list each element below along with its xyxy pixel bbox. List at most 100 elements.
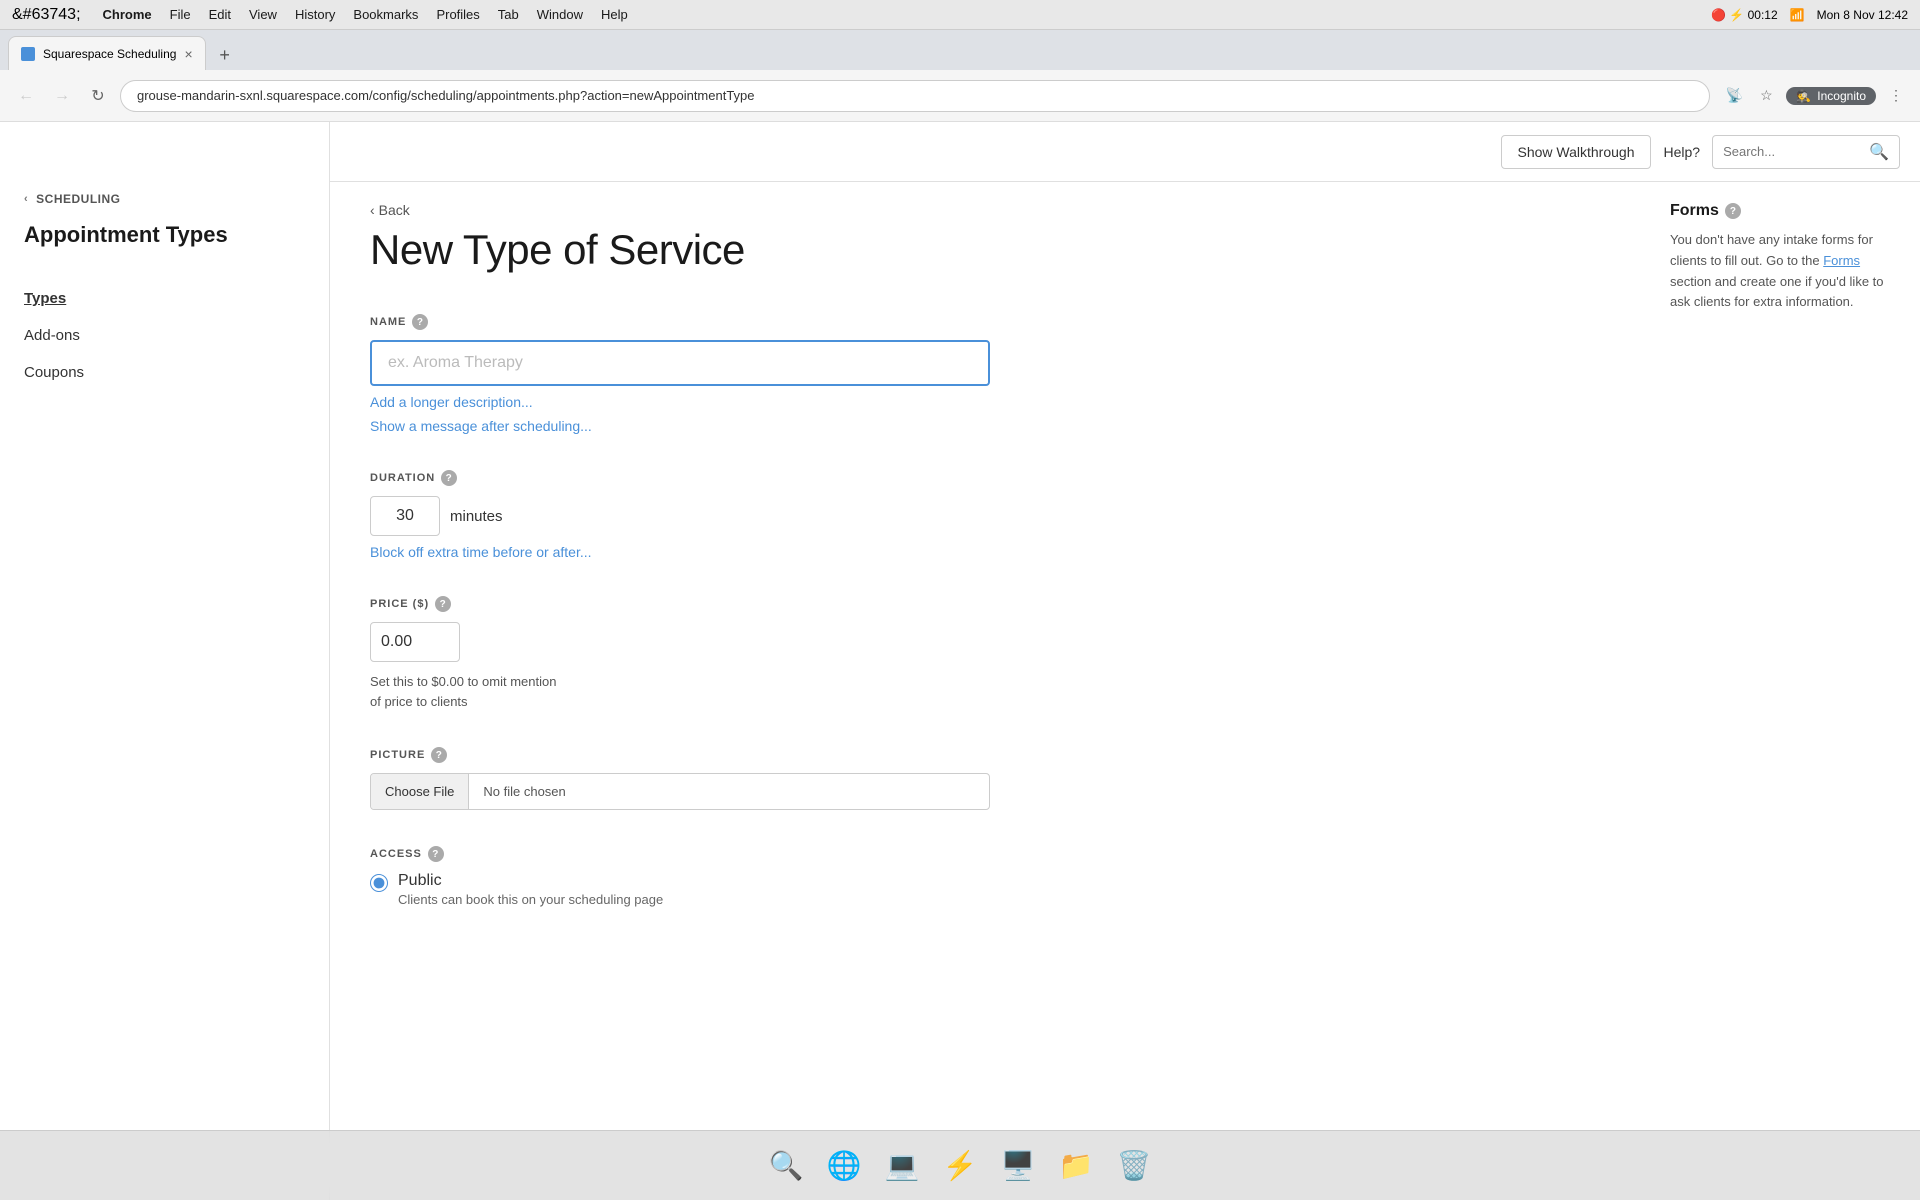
- more-icon[interactable]: ⋮: [1884, 84, 1908, 108]
- access-option-row: Public Clients can book this on your sch…: [370, 872, 1600, 907]
- picture-label: PICTURE ?: [370, 747, 1600, 763]
- active-tab[interactable]: Squarespace Scheduling ×: [8, 36, 206, 70]
- add-description-link[interactable]: Add a longer description...: [370, 394, 1600, 410]
- price-label: PRICE ($) ?: [370, 596, 1600, 612]
- access-label: ACCESS ?: [370, 846, 1600, 862]
- back-arrow-icon: ‹: [370, 202, 375, 218]
- search-input[interactable]: [1723, 144, 1863, 159]
- dock-terminal[interactable]: 💻: [877, 1141, 927, 1191]
- sidebar: ‹ SCHEDULING Appointment Types Types Add…: [0, 122, 330, 1200]
- menubar-window[interactable]: Window: [537, 7, 583, 22]
- tab-favicon: [21, 47, 35, 61]
- forms-link[interactable]: Forms: [1823, 253, 1860, 268]
- search-icon[interactable]: 🔍: [1869, 142, 1889, 162]
- dock-finder[interactable]: 🔍: [761, 1141, 811, 1191]
- name-label: NAME ?: [370, 314, 1600, 330]
- dock-trash[interactable]: 🗑️: [1109, 1141, 1159, 1191]
- dock-files[interactable]: 📁: [1051, 1141, 1101, 1191]
- dock-chrome[interactable]: 🌐: [819, 1141, 869, 1191]
- sidebar-section-title: Appointment Types: [0, 222, 329, 272]
- scheduling-nav[interactable]: ‹ SCHEDULING: [0, 192, 329, 222]
- battery-indicator: 🔴 ⚡ 00:12: [1711, 8, 1778, 22]
- name-input[interactable]: [370, 340, 990, 386]
- access-public-radio[interactable]: [370, 874, 388, 892]
- menubar-view[interactable]: View: [249, 7, 277, 22]
- dock-display[interactable]: 🖥️: [993, 1141, 1043, 1191]
- address-input[interactable]: [120, 80, 1710, 112]
- duration-input[interactable]: [370, 496, 440, 536]
- access-option-info: Public Clients can book this on your sch…: [398, 872, 663, 907]
- forms-panel-title: Forms ?: [1670, 202, 1890, 220]
- access-option-sublabel: Clients can book this on your scheduling…: [398, 892, 663, 907]
- forms-help-icon[interactable]: ?: [1725, 203, 1741, 219]
- forward-button[interactable]: →: [48, 82, 76, 110]
- main-content: ‹ Back New Type of Service NAME ? Add a …: [330, 182, 1640, 1200]
- file-upload-row: Choose File No file chosen: [370, 773, 990, 810]
- sidebar-item-coupons[interactable]: Coupons: [0, 354, 329, 391]
- apple-menu[interactable]: &#63743;: [12, 6, 81, 24]
- cast-icon[interactable]: 📡: [1722, 84, 1746, 108]
- menubar-tab[interactable]: Tab: [498, 7, 519, 22]
- duration-section: DURATION ? minutes Block off extra time …: [370, 470, 1600, 560]
- menubar: &#63743; Chrome File Edit View History B…: [0, 0, 1920, 30]
- menubar-file[interactable]: File: [170, 7, 191, 22]
- incognito-label: Incognito: [1817, 89, 1866, 103]
- page-title: New Type of Service: [370, 226, 1600, 274]
- show-walkthrough-button[interactable]: Show Walkthrough: [1501, 135, 1652, 169]
- no-file-label: No file chosen: [469, 774, 579, 809]
- sidebar-item-types[interactable]: Types: [0, 280, 329, 317]
- tab-title: Squarespace Scheduling: [43, 47, 176, 61]
- block-extra-link[interactable]: Block off extra time before or after...: [370, 544, 1600, 560]
- incognito-badge[interactable]: 🕵 Incognito: [1786, 87, 1876, 105]
- back-button[interactable]: ←: [12, 82, 40, 110]
- duration-row: minutes: [370, 496, 1600, 536]
- tab-close-button[interactable]: ×: [184, 46, 192, 62]
- back-label: Back: [379, 202, 410, 218]
- menubar-right: 🔴 ⚡ 00:12 📶 Mon 8 Nov 12:42: [1711, 8, 1908, 22]
- menubar-chrome[interactable]: Chrome: [103, 7, 152, 22]
- sidebar-nav: Types Add-ons Coupons: [0, 272, 329, 399]
- search-bar: 🔍: [1712, 135, 1900, 169]
- menubar-help[interactable]: Help: [601, 7, 628, 22]
- dock-lightning[interactable]: ⚡: [935, 1141, 985, 1191]
- sidebar-item-addons[interactable]: Add-ons: [0, 317, 329, 354]
- price-note: Set this to $0.00 to omit mention of pri…: [370, 672, 1600, 711]
- duration-help-icon[interactable]: ?: [441, 470, 457, 486]
- picture-help-icon[interactable]: ?: [431, 747, 447, 763]
- menubar-profiles[interactable]: Profiles: [436, 7, 479, 22]
- name-section: NAME ? Add a longer description... Show …: [370, 314, 1600, 434]
- duration-unit: minutes: [450, 508, 503, 525]
- show-message-link[interactable]: Show a message after scheduling...: [370, 418, 1600, 434]
- access-section: ACCESS ? Public Clients can book this on…: [370, 846, 1600, 907]
- address-icons: 📡 ☆ 🕵 Incognito ⋮: [1722, 84, 1908, 108]
- duration-label: DURATION ?: [370, 470, 1600, 486]
- dock: 🔍 🌐 💻 ⚡ 🖥️ 📁 🗑️: [0, 1130, 1920, 1200]
- wifi-icon: 📶: [1790, 8, 1805, 22]
- menubar-history[interactable]: History: [295, 7, 335, 22]
- address-bar: ← → ↻ 📡 ☆ 🕵 Incognito ⋮: [0, 70, 1920, 122]
- name-help-icon[interactable]: ?: [412, 314, 428, 330]
- menubar-edit[interactable]: Edit: [209, 7, 231, 22]
- bookmark-icon[interactable]: ☆: [1754, 84, 1778, 108]
- tab-bar: Squarespace Scheduling × +: [0, 30, 1920, 70]
- price-help-icon[interactable]: ?: [435, 596, 451, 612]
- reload-button[interactable]: ↻: [84, 82, 112, 110]
- new-tab-button[interactable]: +: [210, 40, 240, 70]
- top-actions-bar: Show Walkthrough Help? 🔍: [330, 122, 1920, 182]
- scheduling-label: SCHEDULING: [36, 192, 120, 206]
- price-input[interactable]: [370, 622, 460, 662]
- forms-panel-text: You don't have any intake forms for clie…: [1670, 230, 1890, 313]
- access-option-label: Public: [398, 872, 663, 890]
- picture-section: PICTURE ? Choose File No file chosen: [370, 747, 1600, 810]
- access-help-icon[interactable]: ?: [428, 846, 444, 862]
- help-button[interactable]: Help?: [1663, 144, 1700, 160]
- menubar-bookmarks[interactable]: Bookmarks: [353, 7, 418, 22]
- back-link[interactable]: ‹ Back: [370, 202, 1600, 218]
- choose-file-button[interactable]: Choose File: [371, 774, 469, 809]
- right-panel: Forms ? You don't have any intake forms …: [1640, 122, 1920, 1200]
- scheduling-back-arrow: ‹: [24, 193, 28, 205]
- clock: Mon 8 Nov 12:42: [1817, 8, 1908, 22]
- app-container: ‹ SCHEDULING Appointment Types Types Add…: [0, 122, 1920, 1200]
- price-section: PRICE ($) ? Set this to $0.00 to omit me…: [370, 596, 1600, 711]
- incognito-icon: 🕵: [1796, 89, 1811, 103]
